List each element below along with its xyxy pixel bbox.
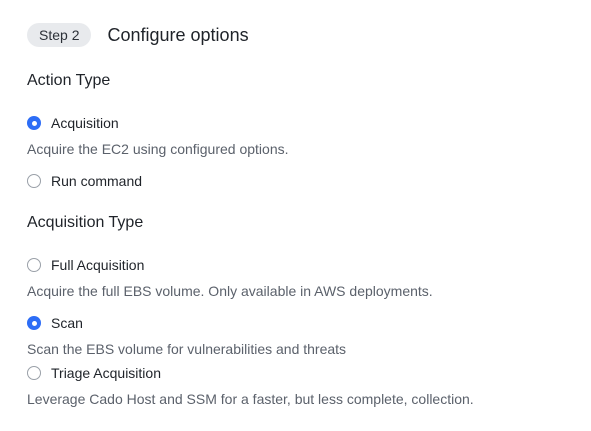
scan-description: Scan the EBS volume for vulnerabilities … bbox=[27, 341, 347, 357]
radio-label-full-acquisition: Full Acquisition bbox=[51, 257, 145, 273]
radio-label-run-command: Run command bbox=[51, 173, 143, 189]
radio-button-acquisition[interactable] bbox=[27, 116, 41, 130]
radio-button-full-acquisition[interactable] bbox=[27, 258, 41, 272]
radio-option-acquisition[interactable]: Acquisition bbox=[27, 113, 119, 133]
page-title: Configure options bbox=[107, 25, 249, 45]
acquisition-description: Acquire the EC2 using configured options… bbox=[27, 141, 289, 157]
radio-option-scan[interactable]: Scan bbox=[27, 313, 83, 333]
radio-option-full-acquisition[interactable]: Full Acquisition bbox=[27, 255, 144, 275]
radio-button-scan[interactable] bbox=[27, 316, 41, 330]
radio-label-triage-acquisition: Triage Acquisition bbox=[51, 365, 161, 381]
radio-button-triage-acquisition[interactable] bbox=[27, 366, 41, 380]
action-type-heading: Action Type bbox=[27, 72, 111, 89]
radio-label-scan: Scan bbox=[51, 315, 83, 331]
radio-option-triage-acquisition[interactable]: Triage Acquisition bbox=[27, 363, 161, 383]
acquisition-type-heading: Acquisition Type bbox=[27, 214, 144, 231]
step-header: Step 2 Configure options bbox=[27, 22, 249, 48]
radio-option-run-command[interactable]: Run command bbox=[27, 171, 142, 191]
step-badge: Step 2 bbox=[27, 23, 92, 47]
full-acquisition-description: Acquire the full EBS volume. Only availa… bbox=[27, 283, 433, 299]
radio-button-run-command[interactable] bbox=[27, 174, 41, 188]
triage-acquisition-description: Leverage Cado Host and SSM for a faster,… bbox=[27, 391, 474, 407]
radio-label-acquisition: Acquisition bbox=[51, 115, 119, 131]
